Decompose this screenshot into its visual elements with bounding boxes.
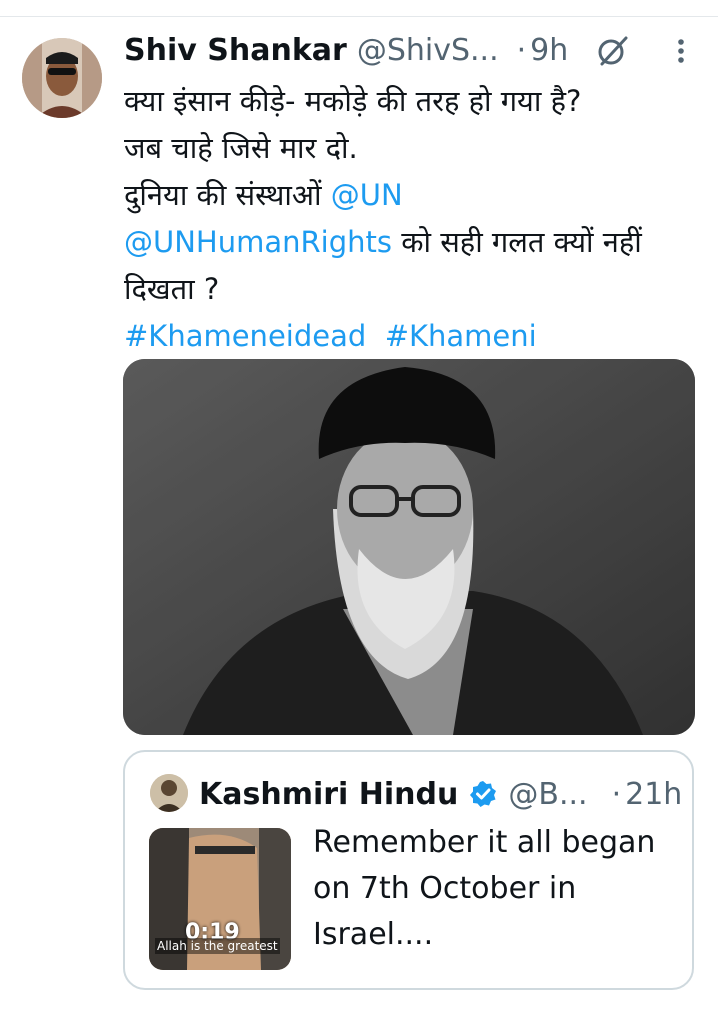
quoted-video-thumbnail[interactable]: 0:19 Allah is the greatest bbox=[149, 828, 291, 970]
video-caption: Allah is the greatest bbox=[155, 938, 280, 954]
quoted-tweet-header: Kashmiri Hindu @B... · 21h bbox=[199, 772, 682, 816]
author-avatar[interactable] bbox=[22, 38, 102, 118]
tweet-media-image[interactable] bbox=[123, 359, 695, 735]
hashtag-line: #Khameneidead #Khameni bbox=[124, 313, 704, 360]
tweet-text-line: दुनिया की संस्थाओं @UN bbox=[124, 172, 704, 219]
text-segment: को सही गलत क्यों नहीं bbox=[391, 225, 642, 259]
top-divider bbox=[0, 0, 718, 17]
tweet-time[interactable]: 9h bbox=[530, 33, 568, 68]
hashtag-khameni[interactable]: #Khameni bbox=[385, 319, 537, 353]
separator-dot: · bbox=[516, 32, 527, 68]
separator-dot: · bbox=[611, 776, 622, 812]
quoted-tweet-time[interactable]: 21h bbox=[625, 777, 682, 812]
tweet-text: क्या इंसान कीड़े- मकोड़े की तरह हो गया ह… bbox=[124, 78, 704, 360]
mention-unhumanrights[interactable]: @UNHumanRights bbox=[124, 225, 392, 259]
grok-icon[interactable] bbox=[596, 34, 630, 68]
quoted-author-name[interactable]: Kashmiri Hindu bbox=[199, 777, 458, 812]
mention-un[interactable]: @UN bbox=[331, 178, 403, 212]
verified-badge-icon bbox=[468, 779, 498, 809]
tweet-text-line: क्या इंसान कीड़े- मकोड़े की तरह हो गया ह… bbox=[124, 84, 582, 118]
author-name[interactable]: Shiv Shankar bbox=[124, 33, 347, 68]
text-segment: दुनिया की संस्थाओं bbox=[124, 178, 331, 212]
tweet-text-line: जब चाहे जिसे मार दो. bbox=[124, 131, 358, 165]
tweet-text-line: @UNHumanRights को सही गलत क्यों नहीं bbox=[124, 219, 704, 266]
quoted-author-handle[interactable]: @B... bbox=[508, 777, 587, 812]
quoted-author-avatar[interactable] bbox=[150, 774, 188, 812]
more-options-icon[interactable] bbox=[666, 36, 696, 66]
hashtag-khameneidead[interactable]: #Khameneidead bbox=[124, 319, 366, 353]
quoted-tweet[interactable]: Kashmiri Hindu @B... · 21h 0:19 Allah is… bbox=[123, 750, 694, 990]
author-handle[interactable]: @ShivS... bbox=[357, 33, 499, 68]
quoted-tweet-text: Remember it all began on 7th October in … bbox=[313, 825, 656, 952]
tweet-text-line: दिखता ? bbox=[124, 272, 220, 306]
